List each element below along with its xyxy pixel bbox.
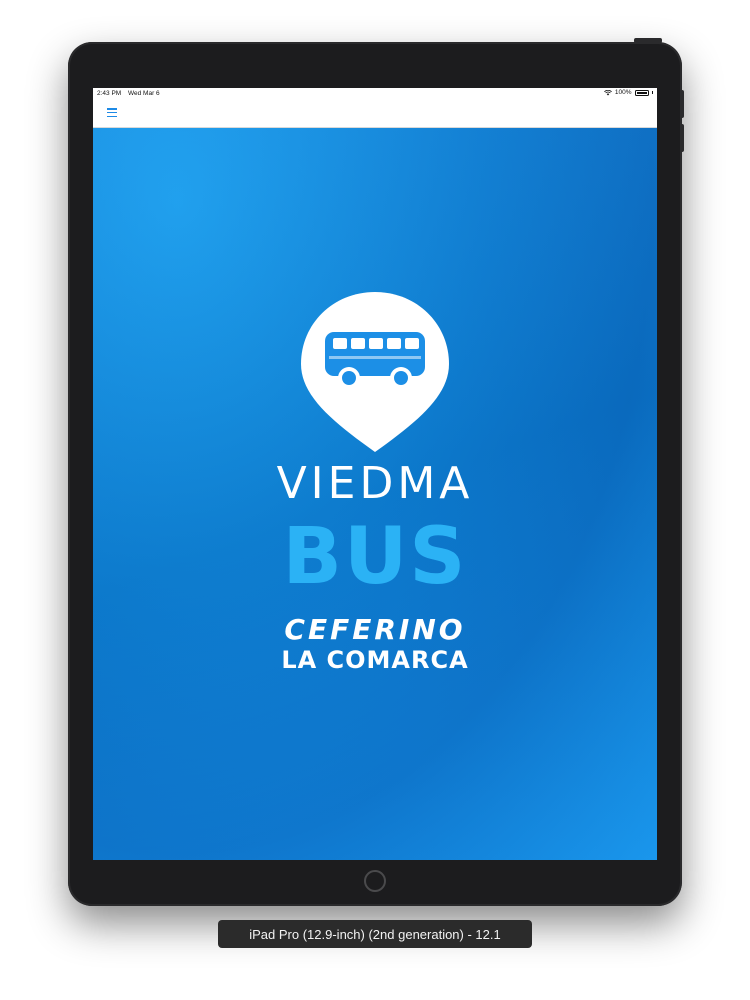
brand-line-bus: BUS: [282, 512, 468, 602]
battery-tip: [651, 91, 653, 94]
brand-line-la-comarca: LA COMARCA: [281, 646, 469, 674]
battery-icon: [634, 89, 649, 96]
simulator-device-label: iPad Pro (12.9-inch) (2nd generation) - …: [218, 920, 532, 948]
wifi-icon: [603, 89, 612, 95]
battery-percent: 100%: [614, 89, 632, 96]
status-bar: 2:43 PM Wed Mar 6 100%: [93, 88, 657, 100]
home-button[interactable]: [364, 870, 386, 892]
volume-up-button: [680, 90, 684, 118]
status-time: 2:43 PM: [97, 90, 122, 97]
navigation-bar: [93, 100, 657, 128]
power-button: [634, 38, 662, 43]
hamburger-menu-icon[interactable]: [107, 108, 117, 117]
brand-line-viedma: VIEDMA: [276, 458, 474, 509]
status-date: Wed Mar 6: [128, 90, 160, 97]
status-right-group: 100%: [603, 89, 653, 96]
device-screen: 2:43 PM Wed Mar 6 100% VIEDMA BUS CEFERI…: [93, 88, 657, 860]
brand-line-ceferino: CEFERINO: [284, 613, 466, 646]
bus-location-pin-icon: [301, 292, 449, 452]
splash-content: VIEDMA BUS CEFERINO LA COMARCA: [93, 128, 657, 860]
volume-down-button: [680, 124, 684, 152]
ipad-device-frame: 2:43 PM Wed Mar 6 100% VIEDMA BUS CEFERI…: [68, 38, 684, 906]
